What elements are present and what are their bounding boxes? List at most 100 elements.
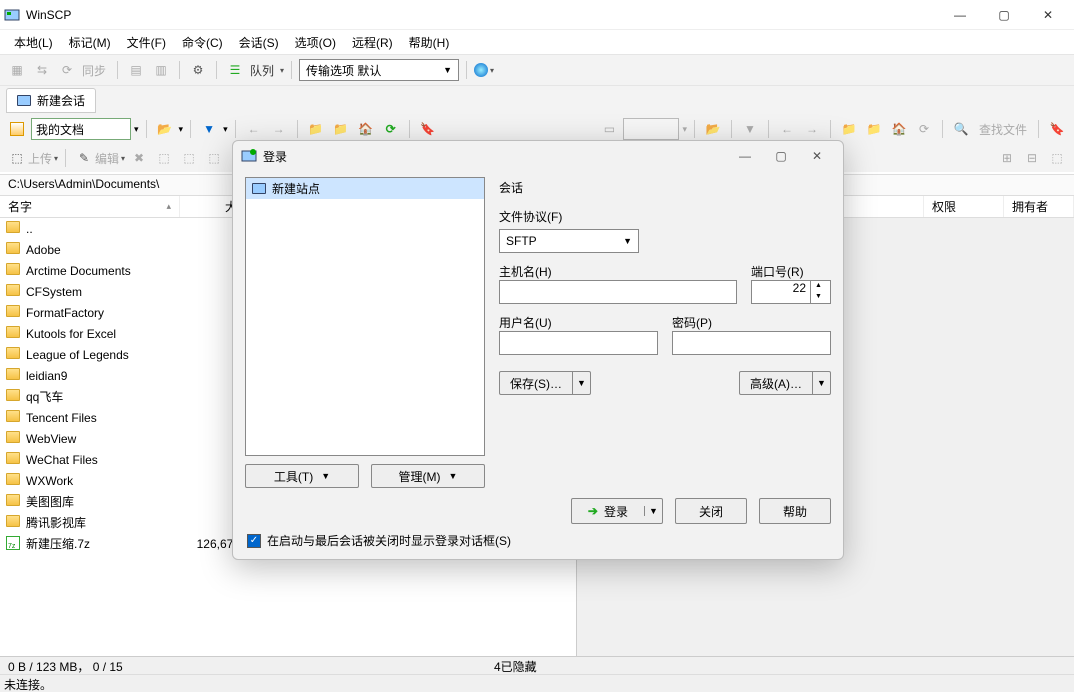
right-open-icon[interactable]: 📂 (702, 118, 724, 140)
new-session-tab[interactable]: 新建会话 (6, 88, 96, 113)
upload-button[interactable]: ⬚上传▾ (6, 147, 58, 169)
menu-help[interactable]: 帮助(H) (403, 32, 456, 53)
right-refresh-icon[interactable]: ⟳ (913, 118, 935, 140)
menu-mark[interactable]: 标记(M) (63, 32, 117, 53)
right-fwd-icon[interactable]: → (801, 118, 823, 140)
left-filter-icon[interactable]: ▼ (198, 118, 220, 140)
left-open-icon[interactable]: 📂 (154, 118, 176, 140)
find-files-icon[interactable]: 🔍 (950, 118, 972, 140)
newdir-icon[interactable]: ⬚ (203, 147, 225, 169)
host-input[interactable] (499, 280, 737, 304)
compare-icon[interactable]: ▦ (6, 59, 28, 81)
login-minimize-button[interactable]: ― (727, 149, 763, 163)
sync-browse-icon[interactable]: ⇆ (31, 59, 53, 81)
port-up-icon[interactable]: ▲ (811, 281, 826, 292)
window-title: WinSCP (26, 8, 938, 22)
login-dialog-icon (241, 148, 257, 164)
right-drive-icon[interactable]: ▭ (598, 118, 620, 140)
file-name: Kutools for Excel (26, 327, 180, 341)
left-home-icon[interactable]: 🏠 (355, 118, 377, 140)
site-list[interactable]: 新建站点 (245, 177, 485, 456)
folder-icon (6, 242, 22, 258)
user-input[interactable] (499, 331, 658, 355)
left-bookmark-icon[interactable]: 🔖 (417, 118, 439, 140)
port-input[interactable]: 22 ▲▼ (751, 280, 831, 304)
close-button[interactable]: 关闭 (675, 498, 747, 524)
left-back-icon[interactable]: ← (243, 118, 265, 140)
folder-icon (6, 494, 22, 510)
delete-icon[interactable]: ✖ (128, 147, 150, 169)
right-up-icon[interactable]: 📁 (838, 118, 860, 140)
col-perm[interactable]: 权限 (924, 196, 1004, 217)
rename-icon[interactable]: ⬚ (178, 147, 200, 169)
file-name: 腾讯影视库 (26, 514, 180, 531)
folder-icon (6, 431, 22, 447)
left-fwd-icon[interactable]: → (268, 118, 290, 140)
left-root-icon[interactable]: 📁 (330, 118, 352, 140)
window-maximize-button[interactable]: ▢ (982, 1, 1026, 29)
edit-button[interactable]: ✎编辑▾ (73, 147, 125, 169)
menu-local[interactable]: 本地(L) (8, 32, 59, 53)
file-name: WeChat Files (26, 453, 180, 467)
folder-icon (6, 515, 22, 531)
left-dir-combo[interactable]: 我的文档 (31, 118, 131, 140)
port-value: 22 (756, 281, 810, 303)
right-sq-icon[interactable]: ⬚ (1046, 147, 1068, 169)
find-files-label[interactable]: 查找文件 (975, 121, 1031, 138)
save-button[interactable]: 保存(S)…▼ (499, 371, 591, 395)
advanced-button[interactable]: 高级(A)…▼ (739, 371, 831, 395)
new-site-item[interactable]: 新建站点 (246, 178, 484, 199)
reconnect-button[interactable]: ▾ (474, 63, 494, 77)
folder-icon (6, 263, 22, 279)
file-name: WebView (26, 432, 180, 446)
pass-input[interactable] (672, 331, 831, 355)
right-back-icon[interactable]: ← (776, 118, 798, 140)
sync-button[interactable]: ⟳同步 (56, 59, 110, 81)
menu-session[interactable]: 会话(S) (233, 32, 285, 53)
transfer-settings-combo[interactable]: 传输选项 默认 ▼ (299, 59, 459, 81)
show-at-startup-label: 在启动与最后会话被关闭时显示登录对话框(S) (267, 532, 511, 549)
right-filter-icon[interactable]: ▼ (739, 118, 761, 140)
left-refresh-icon[interactable]: ⟳ (380, 118, 402, 140)
manage-button[interactable]: 管理(M)▼ (371, 464, 485, 488)
right-root-icon[interactable]: 📁 (863, 118, 885, 140)
right-dir-combo[interactable] (623, 118, 679, 140)
right-bookmark-icon[interactable]: 🔖 (1046, 118, 1068, 140)
transfer-label: 传输选项 (306, 62, 354, 79)
left-drive-icon[interactable] (6, 118, 28, 140)
monitor-icon (252, 183, 266, 194)
show-at-startup-checkbox[interactable]: ✓ (247, 534, 261, 548)
gear-icon[interactable]: ⚙ (187, 59, 209, 81)
login-button[interactable]: ➔登录 ▼ (571, 498, 663, 524)
queue-button[interactable]: ☰ 队列 ▾ (224, 59, 284, 81)
menu-remote[interactable]: 远程(R) (346, 32, 399, 53)
col-owner[interactable]: 拥有者 (1004, 196, 1074, 217)
login-close-x-button[interactable]: ✕ (799, 149, 835, 163)
menu-options[interactable]: 选项(O) (289, 32, 342, 53)
menu-file[interactable]: 文件(F) (121, 32, 172, 53)
status-selection: 0 B / 123 MB， 0 / 15 (0, 657, 131, 674)
login-maximize-button: ▢ (763, 149, 799, 163)
protocol-label: 文件协议(F) (499, 208, 831, 225)
props-icon[interactable]: ⬚ (153, 147, 175, 169)
menu-command[interactable]: 命令(C) (176, 32, 229, 53)
port-down-icon[interactable]: ▼ (811, 292, 826, 303)
right-plus-icon[interactable]: ⊞ (996, 147, 1018, 169)
right-home-icon[interactable]: 🏠 (888, 118, 910, 140)
pass-label: 密码(P) (672, 314, 831, 331)
file-name: leidian9 (26, 369, 180, 383)
window-close-button[interactable]: ✕ (1026, 1, 1070, 29)
login-dialog-title: 登录 (263, 148, 727, 165)
left-up-icon[interactable]: 📁 (305, 118, 327, 140)
file-name: CFSystem (26, 285, 180, 299)
console-icon[interactable]: ▤ (125, 59, 147, 81)
tools-button[interactable]: 工具(T)▼ (245, 464, 359, 488)
show-at-startup-row[interactable]: ✓ 在启动与最后会话被关闭时显示登录对话框(S) (245, 532, 831, 549)
help-button[interactable]: 帮助 (759, 498, 831, 524)
window-minimize-button[interactable]: ― (938, 1, 982, 29)
col-name[interactable]: 名字▴ (0, 196, 180, 217)
right-minus-icon[interactable]: ⊟ (1021, 147, 1043, 169)
pwsh-icon[interactable]: ▥ (150, 59, 172, 81)
left-dir-name: 我的文档 (36, 121, 84, 138)
protocol-select[interactable]: SFTP ▼ (499, 229, 639, 253)
